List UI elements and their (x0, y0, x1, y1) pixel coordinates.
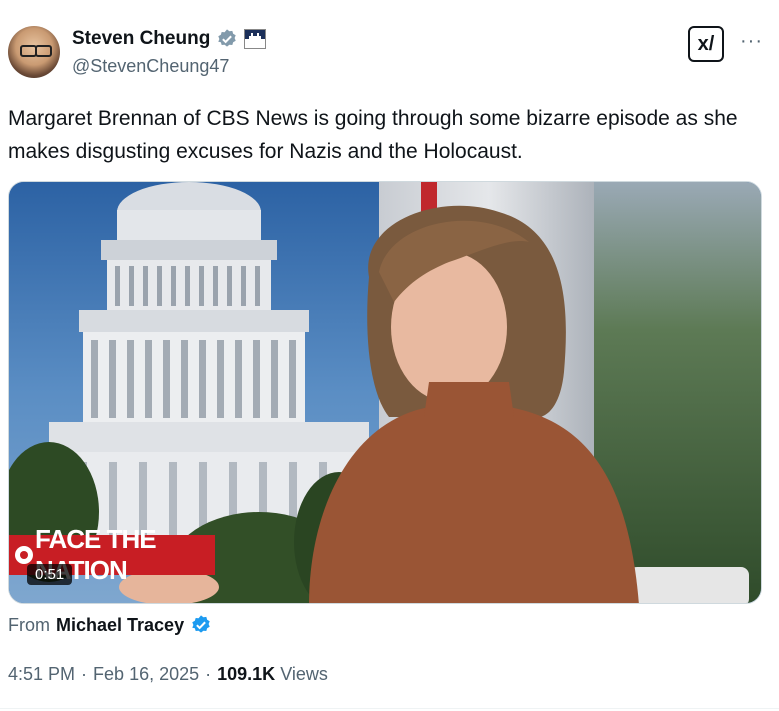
author-handle[interactable]: @StevenCheung47 (72, 56, 229, 77)
author-name-row: Steven Cheung (72, 28, 267, 50)
source-prefix: From (8, 614, 50, 635)
grok-button[interactable]: x/ (688, 26, 724, 62)
video-duration-badge: 0:51 (27, 564, 73, 585)
post-text: Margaret Brennan of CBS News is going th… (8, 107, 738, 163)
meta-separator: · (205, 664, 212, 684)
blue-verified-icon (192, 615, 210, 633)
bottom-divider (0, 708, 779, 709)
glasses-right (35, 45, 52, 57)
grok-icon: x/ (697, 32, 715, 55)
source-name-link[interactable]: Michael Tracey (56, 615, 184, 636)
author-avatar[interactable] (8, 26, 60, 78)
flag-icon (244, 29, 267, 49)
more-options-icon[interactable]: ··· (740, 30, 763, 53)
post-metadata: 4:51 PM · Feb 16, 2025 · 109.1K Views (8, 664, 328, 685)
views-label: Views (280, 664, 328, 684)
views-count: 109.1K (217, 664, 276, 684)
post-time[interactable]: 4:51 PM (8, 664, 75, 685)
video-player[interactable]: FACE THE NATION 0:51 (8, 181, 762, 604)
gray-verified-icon (218, 29, 237, 47)
meta-separator: · (81, 664, 88, 684)
media-source-attribution: From Michael Tracey (8, 614, 212, 636)
post-date[interactable]: Feb 16, 2025 (93, 664, 199, 685)
author-name[interactable]: Steven Cheung (72, 28, 210, 50)
cbs-eye-icon (15, 546, 33, 564)
